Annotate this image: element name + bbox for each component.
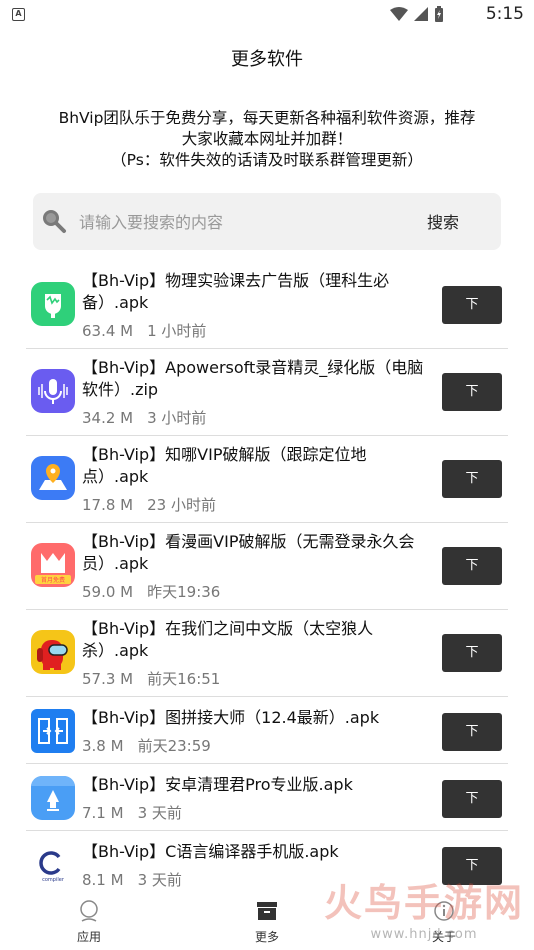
notice-text: BhVip团队乐于免费分享，每天更新各种福利软件资源，推荐 大家收藏本网址并加群… xyxy=(20,108,514,171)
app-meta: 34.2 M 3 小时前 xyxy=(82,407,206,428)
wifi-icon xyxy=(390,7,408,21)
list-item[interactable]: 首月免费 【Bh-Vip】看漫画VIP破解版（无需登录永久会员）.apk 59.… xyxy=(0,523,534,610)
app-meta: 8.1 M 3 天前 xyxy=(82,869,182,890)
recorder-app-icon xyxy=(31,369,75,413)
c-compiler-app-icon: compiler xyxy=(31,843,75,887)
app-title: 【Bh-Vip】看漫画VIP破解版（无需登录永久会员）.apk xyxy=(82,532,415,573)
file-size: 3.8 M xyxy=(82,737,124,755)
app-title: 【Bh-Vip】图拼接大师（12.4最新）.apk xyxy=(82,708,380,727)
notice-line-1: BhVip团队乐于免费分享，每天更新各种福利软件资源，推荐 xyxy=(58,109,476,127)
clock: 5:15 xyxy=(485,4,524,24)
watermark-text: 火鸟手游网 xyxy=(323,881,524,925)
app-meta: 17.8 M 23 小时前 xyxy=(82,494,216,515)
file-size: 63.4 M xyxy=(82,322,134,340)
comic-icon-text: 首月免费 xyxy=(41,576,65,584)
file-size: 7.1 M xyxy=(82,804,124,822)
update-time: 23 小时前 xyxy=(147,496,216,514)
app-meta: 57.3 M 前天16:51 xyxy=(82,668,220,689)
notification-icon: A xyxy=(12,8,25,21)
download-button[interactable]: 下 xyxy=(442,780,502,818)
list-item[interactable]: 【Bh-Vip】Apowersoft录音精灵_绿化版（电脑软件）.zip 34.… xyxy=(0,349,534,436)
signal-icon xyxy=(414,7,428,21)
app-meta: 3.8 M 前天23:59 xyxy=(82,735,211,756)
person-icon xyxy=(80,900,98,922)
file-size: 8.1 M xyxy=(82,871,124,889)
app-title: 【Bh-Vip】C语言编译器手机版.apk xyxy=(82,842,339,861)
tab-label: 应用 xyxy=(76,930,101,944)
download-button[interactable]: 下 xyxy=(442,460,502,498)
watermark-url: www.hnjd.com xyxy=(370,927,478,942)
location-app-icon xyxy=(31,456,75,500)
app-title: 【Bh-Vip】物理实验课去广告版（理科生必备）.apk xyxy=(82,271,390,312)
search-input[interactable] xyxy=(79,208,379,236)
battery-icon xyxy=(435,6,443,22)
file-size: 34.2 M xyxy=(82,409,134,427)
download-button[interactable]: 下 xyxy=(442,373,502,411)
status-icons xyxy=(390,6,444,22)
physics-app-icon xyxy=(31,282,75,326)
update-time: 前天23:59 xyxy=(137,737,211,755)
download-button[interactable]: 下 xyxy=(442,547,502,585)
update-time: 3 天前 xyxy=(137,871,182,889)
notice-line-2: 大家收藏本网址并加群！ xyxy=(181,130,353,148)
search-bar: 搜索 xyxy=(33,193,501,250)
app-title: 【Bh-Vip】安卓清理君Pro专业版.apk xyxy=(82,775,353,794)
file-size: 57.3 M xyxy=(82,670,134,688)
tab-more[interactable]: 更多 xyxy=(227,900,307,945)
update-time: 3 天前 xyxy=(137,804,182,822)
file-size: 59.0 M xyxy=(82,583,134,601)
app-meta: 59.0 M 昨天19:36 xyxy=(82,581,220,602)
search-icon xyxy=(43,210,66,233)
update-time: 3 小时前 xyxy=(147,409,207,427)
update-time: 前天16:51 xyxy=(147,670,221,688)
list-item[interactable]: 【Bh-Vip】在我们之间中文版（太空狼人杀）.apk 57.3 M 前天16:5… xyxy=(0,610,534,697)
list-item[interactable]: 【Bh-Vip】知哪VIP破解版（跟踪定位地点）.apk 17.8 M 23 小时… xyxy=(0,436,534,523)
app-title: 【Bh-Vip】知哪VIP破解版（跟踪定位地点）.apk xyxy=(82,445,367,486)
app-title: 【Bh-Vip】在我们之间中文版（太空狼人杀）.apk xyxy=(82,619,374,660)
file-size: 17.8 M xyxy=(82,496,134,514)
app-title: 【Bh-Vip】Apowersoft录音精灵_绿化版（电脑软件）.zip xyxy=(82,358,424,399)
list-item[interactable]: 【Bh-Vip】物理实验课去广告版（理科生必备）.apk 63.4 M 1 小时前… xyxy=(0,262,534,349)
comic-app-icon: 首月免费 xyxy=(31,543,75,587)
compiler-icon-text: compiler xyxy=(42,877,65,883)
image-stitch-app-icon xyxy=(31,709,75,753)
among-us-app-icon xyxy=(31,630,75,674)
download-button[interactable]: 下 xyxy=(442,713,502,751)
list-item[interactable]: 【Bh-Vip】图拼接大师（12.4最新）.apk 3.8 M 前天23:59 下 xyxy=(0,697,534,764)
app-meta: 7.1 M 3 天前 xyxy=(82,802,182,823)
tab-apps[interactable]: 应用 xyxy=(49,900,129,945)
download-button[interactable]: 下 xyxy=(442,286,502,324)
watermark-logo: 火鸟手游网 www.hnjd.com xyxy=(324,872,524,942)
box-icon xyxy=(257,902,277,920)
page-title: 更多软件 xyxy=(231,49,303,70)
search-button[interactable]: 搜索 xyxy=(427,209,459,233)
app-meta: 63.4 M 1 小时前 xyxy=(82,320,206,341)
download-button[interactable]: 下 xyxy=(442,634,502,672)
list-item[interactable]: 【Bh-Vip】安卓清理君Pro专业版.apk 7.1 M 3 天前 下 xyxy=(0,764,534,831)
notice-line-3: （Ps：软件失效的话请及时联系群管理更新） xyxy=(111,151,423,169)
cleaner-app-icon xyxy=(31,776,75,820)
update-time: 昨天19:36 xyxy=(147,583,221,601)
status-bar: A 5:15 xyxy=(0,0,534,30)
tab-label: 更多 xyxy=(254,930,279,944)
update-time: 1 小时前 xyxy=(147,322,207,340)
